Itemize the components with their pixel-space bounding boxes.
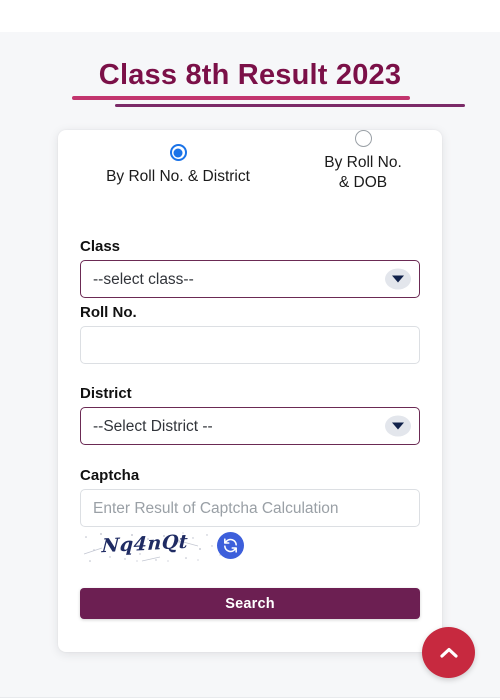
field-district: District --Select District -- — [80, 385, 420, 445]
chevron-down-icon[interactable] — [385, 268, 411, 290]
page-bottom-divider — [0, 697, 500, 698]
district-label: District — [80, 385, 132, 402]
title-underline-primary — [72, 96, 410, 100]
roll-no-label: Roll No. — [80, 304, 137, 321]
search-form-card: By Roll No. & District By Roll No. & DOB… — [58, 130, 442, 652]
captcha-image: Nq4nQt — [80, 530, 230, 564]
search-button[interactable]: Search — [80, 588, 420, 619]
field-class: Class --select class-- — [80, 238, 420, 298]
field-captcha: Captcha Enter Result of Captcha Calculat… — [80, 467, 420, 527]
page-title-wrap: Class 8th Result 2023 — [0, 58, 500, 92]
search-mode-group: By Roll No. & District By Roll No. & DOB — [58, 130, 442, 236]
search-mode-roll-district[interactable]: By Roll No. & District — [68, 144, 288, 187]
captcha-text: Nq4nQt — [101, 530, 189, 558]
search-mode-label: By Roll No. & DOB — [324, 154, 402, 191]
title-underline-secondary — [115, 104, 465, 107]
class-label: Class — [80, 238, 121, 255]
class-select[interactable]: --select class-- — [80, 260, 420, 298]
captcha-label: Captcha — [80, 467, 140, 484]
captcha-input[interactable]: Enter Result of Captcha Calculation — [80, 489, 420, 527]
search-mode-label: By Roll No. & District — [106, 168, 250, 185]
field-roll-no: Roll No. — [80, 304, 420, 364]
radio-unselected-icon[interactable] — [354, 130, 372, 147]
result-search-page: Class 8th Result 2023 By Roll No. & Dist… — [0, 0, 500, 700]
scroll-to-top-button[interactable] — [422, 627, 475, 678]
district-select[interactable]: --Select District -- — [80, 407, 420, 445]
refresh-glyph — [224, 538, 237, 553]
radio-selected-icon[interactable] — [169, 144, 187, 161]
class-select-value: --select class-- — [93, 271, 194, 288]
refresh-icon[interactable] — [217, 532, 244, 559]
captcha-challenge-row: Nq4nQt — [80, 530, 420, 564]
page-title: Class 8th Result 2023 — [98, 59, 402, 91]
district-select-value: --Select District -- — [93, 418, 213, 435]
search-mode-roll-dob[interactable]: By Roll No. & DOB — [288, 130, 438, 193]
roll-no-input[interactable] — [80, 326, 420, 364]
chevron-up-icon — [439, 647, 458, 658]
chevron-down-icon[interactable] — [385, 415, 411, 437]
captcha-placeholder: Enter Result of Captcha Calculation — [93, 500, 339, 517]
